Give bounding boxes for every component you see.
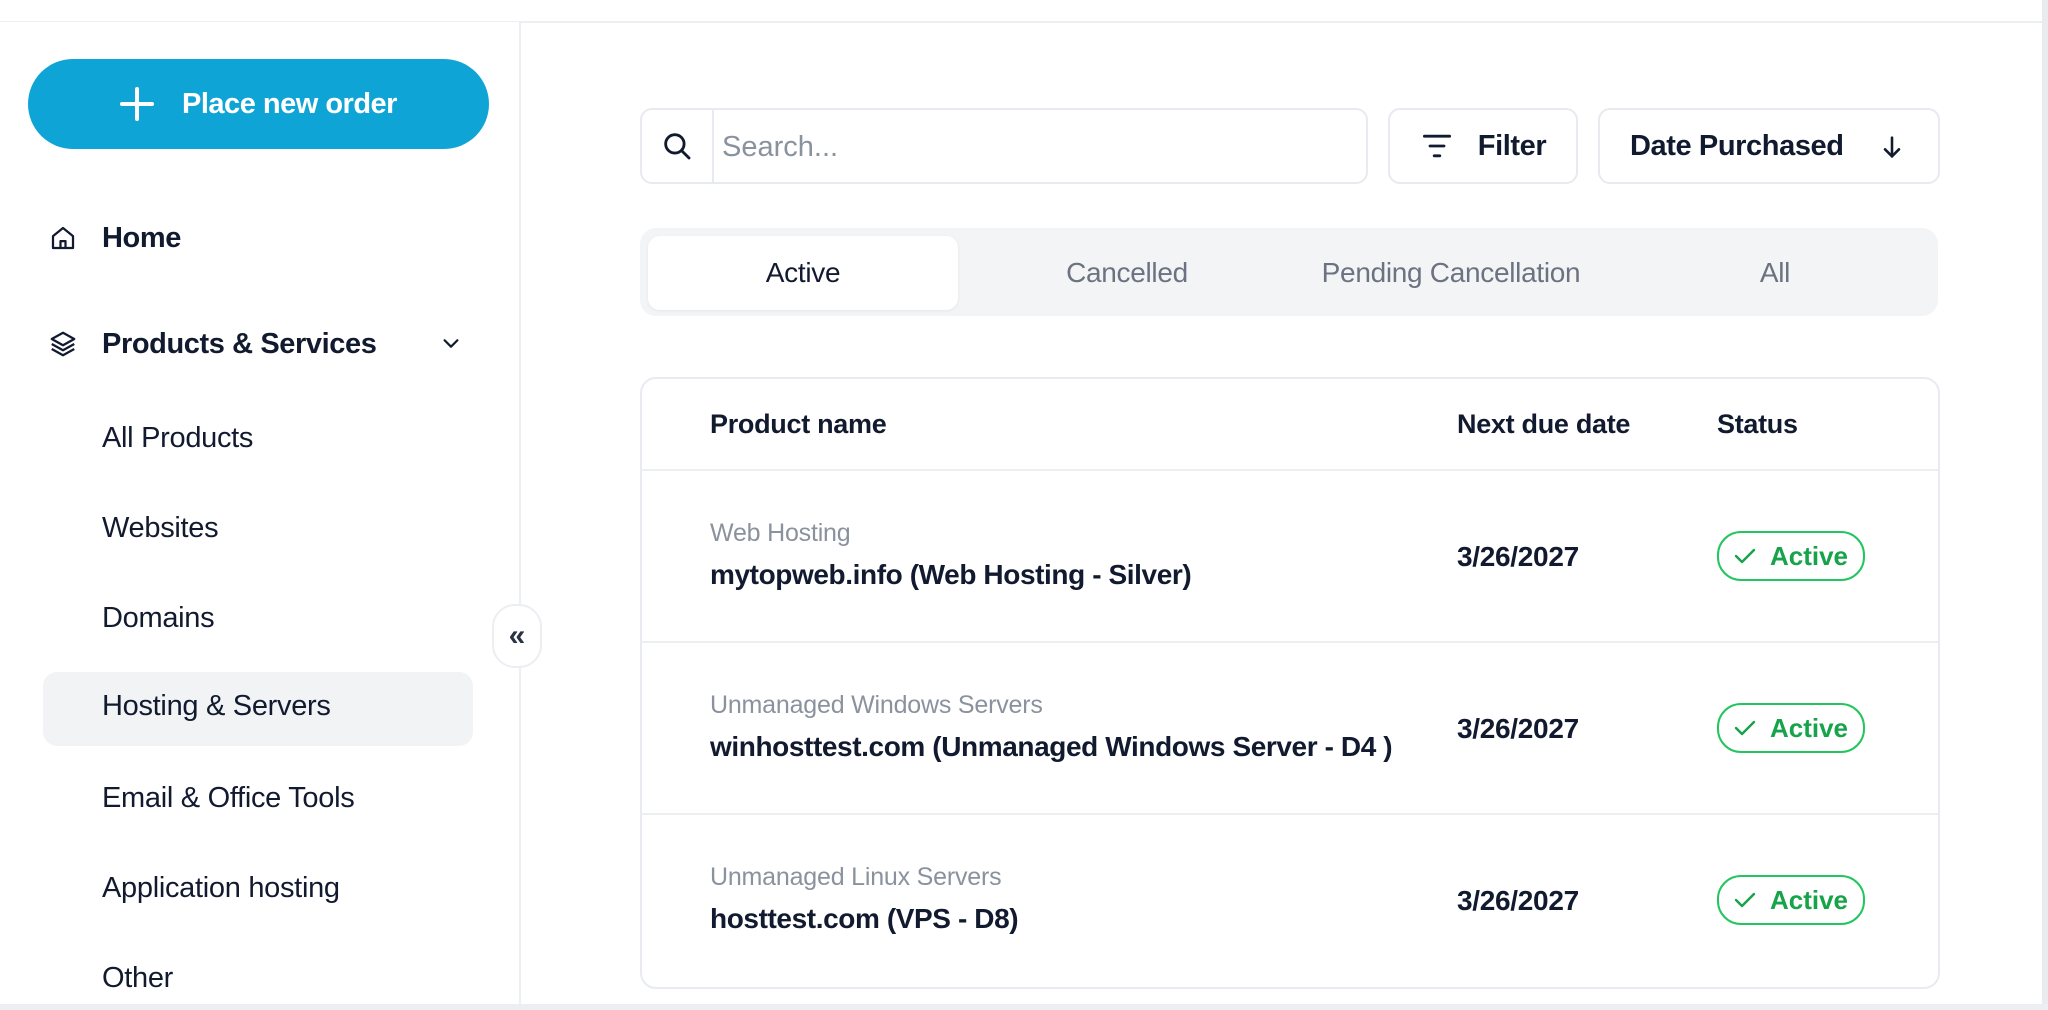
sidebar-item-label: Domains — [102, 602, 215, 634]
sidebar-item-label: Application hosting — [102, 872, 340, 904]
product-category: Web Hosting — [710, 519, 851, 547]
next-due-date: 3/26/2027 — [1457, 541, 1579, 572]
nav-home[interactable]: Home — [48, 218, 181, 258]
nav-products-services-label: Products & Services — [102, 327, 377, 360]
plus-icon — [120, 87, 155, 121]
sidebar-item-application-hosting[interactable]: Application hosting — [102, 872, 340, 905]
sidebar-item-websites[interactable]: Websites — [102, 512, 219, 545]
product-category: Unmanaged Linux Servers — [710, 863, 1002, 891]
tab-cancelled[interactable]: Cancelled — [972, 236, 1282, 310]
sidebar-item-email-office-tools[interactable]: Email & Office Tools — [102, 782, 355, 815]
search-input[interactable] — [720, 120, 1324, 174]
sidebar-item-label: Other — [102, 962, 174, 994]
place-new-order-label: Place new order — [182, 87, 397, 120]
window-bottom-edge — [0, 1004, 2048, 1010]
products-table: Product name Next due date Status Web Ho… — [640, 377, 1940, 989]
check-icon — [1734, 720, 1756, 736]
collapse-sidebar-button[interactable]: « — [492, 604, 542, 668]
sidebar: Place new order Home Products & Services… — [0, 22, 521, 1004]
tab-label: Pending Cancellation — [1321, 257, 1581, 288]
sort-date-purchased-button[interactable]: Date Purchased — [1598, 108, 1940, 184]
sidebar-item-label: Hosting & Servers — [102, 690, 331, 722]
tab-label: Cancelled — [1066, 257, 1188, 288]
window-right-edge — [2042, 0, 2048, 1010]
next-due-date: 3/26/2027 — [1457, 713, 1579, 744]
product-name[interactable]: winhosttest.com (Unmanaged Windows Serve… — [710, 731, 1393, 763]
arrow-down-icon — [1883, 136, 1901, 158]
status-label: Active — [1769, 540, 1849, 571]
table-row[interactable]: Web Hosting mytopweb.info (Web Hosting -… — [642, 471, 1938, 643]
table-row[interactable]: Unmanaged Linux Servers hosttest.com (VP… — [642, 815, 1938, 987]
tab-all[interactable]: All — [1620, 236, 1930, 310]
check-icon — [1734, 892, 1756, 908]
sort-label: Date Purchased — [1630, 130, 1844, 162]
search-icon — [642, 110, 714, 182]
column-header-next-due-date: Next due date — [1457, 409, 1631, 439]
sidebar-item-label: Websites — [102, 512, 219, 544]
chevron-down-icon[interactable] — [440, 332, 462, 354]
tab-pending-cancellation[interactable]: Pending Cancellation — [1296, 236, 1606, 310]
double-chevron-left-icon: « — [508, 619, 526, 652]
tab-label: Active — [765, 257, 841, 288]
status-badge: Active — [1717, 531, 1865, 581]
product-name[interactable]: hosttest.com (VPS - D8) — [710, 903, 1019, 935]
status-badge: Active — [1717, 703, 1865, 753]
check-icon — [1734, 548, 1756, 564]
sidebar-item-label: All Products — [102, 422, 254, 454]
window-top-bar — [0, 0, 2048, 23]
sidebar-item-hosting-servers[interactable]: Hosting & Servers — [43, 672, 473, 746]
tab-label: All — [1759, 257, 1791, 288]
product-category: Unmanaged Windows Servers — [710, 691, 1043, 719]
next-due-date: 3/26/2027 — [1457, 885, 1579, 916]
nav-products-services[interactable]: Products & Services — [48, 324, 377, 364]
product-name[interactable]: mytopweb.info (Web Hosting - Silver) — [710, 559, 1192, 591]
sidebar-item-domains[interactable]: Domains — [102, 602, 215, 635]
status-label: Active — [1769, 712, 1849, 743]
nav-home-label: Home — [102, 221, 181, 254]
status-badge: Active — [1717, 875, 1865, 925]
filter-label: Filter — [1477, 129, 1547, 162]
table-row[interactable]: Unmanaged Windows Servers winhosttest.co… — [642, 643, 1938, 815]
sidebar-item-other[interactable]: Other — [102, 962, 173, 995]
status-label: Active — [1769, 884, 1849, 915]
place-new-order-button[interactable]: Place new order — [28, 59, 489, 149]
search-box — [640, 108, 1368, 184]
status-tabs: Active Cancelled Pending Cancellation Al… — [640, 228, 1938, 316]
filter-button[interactable]: Filter — [1388, 108, 1578, 184]
sidebar-item-label: Email & Office Tools — [102, 782, 355, 814]
layers-icon — [50, 331, 76, 357]
home-icon — [51, 226, 75, 250]
sidebar-item-all-products[interactable]: All Products — [102, 422, 253, 455]
filter-icon — [1422, 134, 1451, 158]
column-header-product-name: Product name — [710, 409, 887, 439]
tab-active[interactable]: Active — [648, 236, 958, 310]
column-header-status: Status — [1717, 409, 1798, 439]
